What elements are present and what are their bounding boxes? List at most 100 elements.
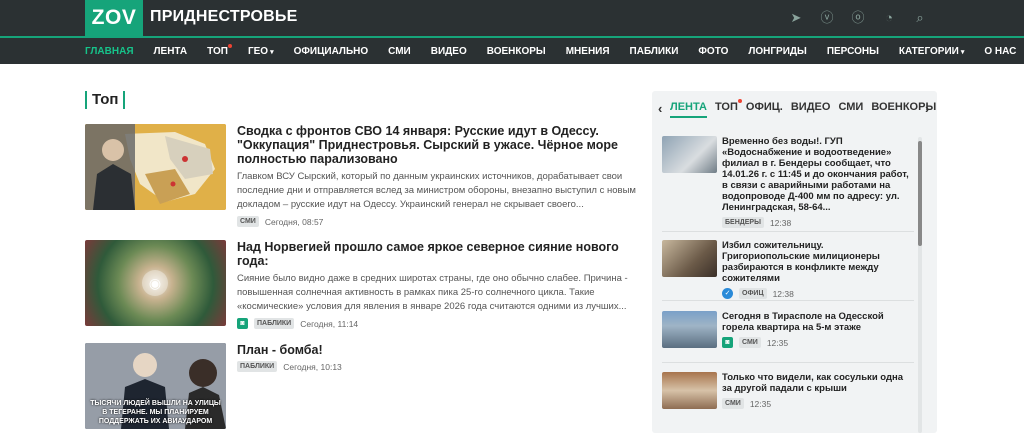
tab-video[interactable]: ВИДЕО	[791, 101, 831, 113]
odnoklassniki-icon[interactable]: ⓞ	[850, 10, 866, 26]
list-item-body: Сегодня в Тирасполе на Одесской горела к…	[722, 311, 914, 348]
main-nav: ГЛАВНАЯ ЛЕНТА ТОП ГЕО ▾ ОФИЦИАЛЬНО СМИ ВИ…	[0, 38, 1024, 64]
news-meta: ◙ СМИ 12:35	[722, 337, 914, 348]
tab-top[interactable]: ТОП	[715, 99, 742, 113]
article-thumbnail[interactable]: ◉	[85, 240, 226, 326]
nav-item-feed[interactable]: ЛЕНТА	[154, 46, 188, 57]
news-thumbnail[interactable]	[662, 311, 717, 348]
article-title[interactable]: Над Норвегией прошло самое яркое северно…	[237, 240, 645, 268]
nav-item-categories[interactable]: КАТЕГОРИИ ▾	[899, 46, 964, 57]
nav-item-persons[interactable]: ПЕРСОНЫ	[827, 46, 879, 57]
category-badge[interactable]: СМИ	[237, 216, 259, 227]
news-title[interactable]: Только что видели, как сосульки одна за …	[722, 372, 914, 394]
divider	[662, 362, 914, 363]
chevron-left-icon[interactable]: ‹	[658, 101, 662, 116]
camera-icon: ◉	[142, 270, 168, 296]
list-item-body: Избил сожительницу. Григориопольские мил…	[722, 240, 914, 299]
article-thumbnail[interactable]: ТЫСЯЧИ ЛЮДЕЙ ВЫШЛИ НА УЛИЦЫ В ТЕГЕРАНЕ. …	[85, 343, 226, 429]
nav-item-about[interactable]: О НАС	[984, 46, 1016, 57]
divider	[662, 300, 914, 301]
news-time: 12:38	[772, 288, 794, 299]
site-logo[interactable]: ZOV	[85, 0, 143, 36]
news-thumbnail[interactable]	[662, 136, 717, 173]
article-summary: Сияние было видно даже в средних широтах…	[237, 273, 628, 312]
search-icon[interactable]: ⌕	[912, 10, 928, 26]
category-badge[interactable]: СМИ	[722, 398, 744, 409]
section-title: Топ	[85, 91, 126, 109]
news-title[interactable]: Сегодня в Тирасполе на Одесской горела к…	[722, 311, 914, 333]
nav-item-official[interactable]: ОФИЦИАЛЬНО	[294, 46, 369, 57]
thumbnail-caption: ТЫСЯЧИ ЛЮДЕЙ ВЫШЛИ НА УЛИЦЫ В ТЕГЕРАНЕ. …	[90, 400, 221, 425]
telegram-icon[interactable]: ➤	[788, 10, 804, 26]
news-meta: СМИ 12:35	[722, 398, 914, 409]
nav-item-publics[interactable]: ПАБЛИКИ	[630, 46, 679, 57]
article-meta: ПАБЛИКИ Сегодня, 10:13	[237, 361, 645, 372]
news-time: 12:38	[769, 217, 792, 228]
divider	[662, 231, 914, 232]
list-item-body: Временно без воды!. ГУП «Водоснабжение и…	[722, 136, 914, 228]
photo-icon: ◙	[237, 318, 248, 329]
map-photo-icon	[85, 124, 226, 210]
photo-icon: ◙	[722, 337, 733, 348]
article-summary: Главком ВСУ Сырский, который по данным у…	[237, 171, 636, 210]
nav-item-photo[interactable]: ФОТО	[698, 46, 728, 57]
chevron-down-icon: ▾	[270, 48, 274, 56]
category-badge[interactable]: БЕНДЕРЫ	[722, 217, 764, 228]
category-badge[interactable]: СМИ	[739, 337, 761, 348]
article-body: Сводка с фронтов СВО 14 января: Русские …	[237, 124, 645, 227]
vk-icon[interactable]: ⓥ	[819, 10, 835, 26]
top-header: ZOV ПРИДНЕСТРОВЬЕ ➤ ⓥ ⓞ ◔ ⌕	[0, 0, 1024, 36]
article-meta: СМИ Сегодня, 08:57	[237, 216, 645, 227]
nav-item-media[interactable]: СМИ	[388, 46, 411, 57]
list-item[interactable]: Избил сожительницу. Григориопольские мил…	[662, 240, 914, 299]
news-title[interactable]: Избил сожительницу. Григориопольские мил…	[722, 240, 914, 284]
social-links: ➤ ⓥ ⓞ ◔ ⌕	[788, 10, 928, 26]
scrollbar-thumb[interactable]	[918, 141, 922, 246]
rss-icon[interactable]: ◔	[881, 10, 897, 26]
chevron-down-icon: ▾	[960, 48, 965, 56]
nav-item-war-correspondents[interactable]: ВОЕНКОРЫ	[487, 46, 546, 57]
article-time: Сегодня, 08:57	[264, 216, 324, 227]
news-thumbnail[interactable]	[662, 240, 717, 277]
article-thumbnail[interactable]	[85, 124, 226, 210]
article-time: Сегодня, 10:13	[283, 361, 342, 372]
nav-item-video[interactable]: ВИДЕО	[431, 46, 467, 57]
nav-item-longreads[interactable]: ЛОНГРИДЫ	[748, 46, 806, 57]
news-time: 12:35	[766, 337, 789, 348]
news-feed-sidebar: ‹ ЛЕНТА ТОП ОФИЦ. ВИДЕО СМИ ВОЕНКОРЫ М ›…	[652, 91, 937, 433]
nav-item-home[interactable]: ГЛАВНАЯ	[85, 46, 134, 57]
tab-feed[interactable]: ЛЕНТА	[670, 101, 707, 118]
article-body: Над Норвегией прошло самое яркое северно…	[237, 240, 645, 329]
category-badge[interactable]: ПАБЛИКИ	[254, 318, 295, 329]
news-thumbnail[interactable]	[662, 372, 717, 409]
verified-check-icon: ✓	[722, 288, 733, 299]
news-title[interactable]: Временно без воды!. ГУП «Водоснабжение и…	[722, 136, 914, 213]
article-body: План - бомба! ПАБЛИКИ Сегодня, 10:13	[237, 343, 645, 372]
site-name[interactable]: ПРИДНЕСТРОВЬЕ	[150, 8, 297, 26]
news-meta: БЕНДЕРЫ 12:38	[722, 217, 914, 228]
article-meta: ◙ ПАБЛИКИ Сегодня, 11:14	[237, 318, 645, 329]
list-item-body: Только что видели, как сосульки одна за …	[722, 372, 914, 409]
new-dot-icon	[737, 99, 742, 103]
tab-official[interactable]: ОФИЦ.	[746, 101, 783, 113]
list-item[interactable]: Сегодня в Тирасполе на Одесской горела к…	[662, 311, 914, 356]
tab-media[interactable]: СМИ	[838, 101, 863, 113]
article-title[interactable]: Сводка с фронтов СВО 14 января: Русские …	[237, 124, 645, 166]
article-item[interactable]: Сводка с фронтов СВО 14 января: Русские …	[85, 124, 645, 227]
article-item[interactable]: ТЫСЯЧИ ЛЮДЕЙ ВЫШЛИ НА УЛИЦЫ В ТЕГЕРАНЕ. …	[85, 343, 645, 429]
article-time: Сегодня, 11:14	[300, 318, 359, 329]
chevron-right-icon[interactable]: ›	[925, 101, 929, 116]
article-title[interactable]: План - бомба!	[237, 343, 645, 357]
new-dot-icon	[227, 43, 232, 48]
list-item[interactable]: Только что видели, как сосульки одна за …	[662, 372, 914, 417]
nav-item-opinions[interactable]: МНЕНИЯ	[566, 46, 610, 57]
article-item[interactable]: ◉ Над Норвегией прошло самое яркое север…	[85, 240, 645, 330]
sidebar-tabs: ‹ ЛЕНТА ТОП ОФИЦ. ВИДЕО СМИ ВОЕНКОРЫ М ›	[652, 91, 937, 123]
news-time: 12:35	[749, 398, 772, 409]
category-badge[interactable]: ПАБЛИКИ	[237, 361, 278, 372]
list-item[interactable]: Временно без воды!. ГУП «Водоснабжение и…	[662, 136, 914, 228]
category-badge[interactable]: ОФИЦ	[739, 288, 767, 299]
nav-item-geo[interactable]: ГЕО ▾	[248, 46, 274, 57]
news-meta: ✓ ОФИЦ 12:38	[722, 288, 914, 299]
nav-item-top[interactable]: ТОП	[207, 43, 232, 57]
